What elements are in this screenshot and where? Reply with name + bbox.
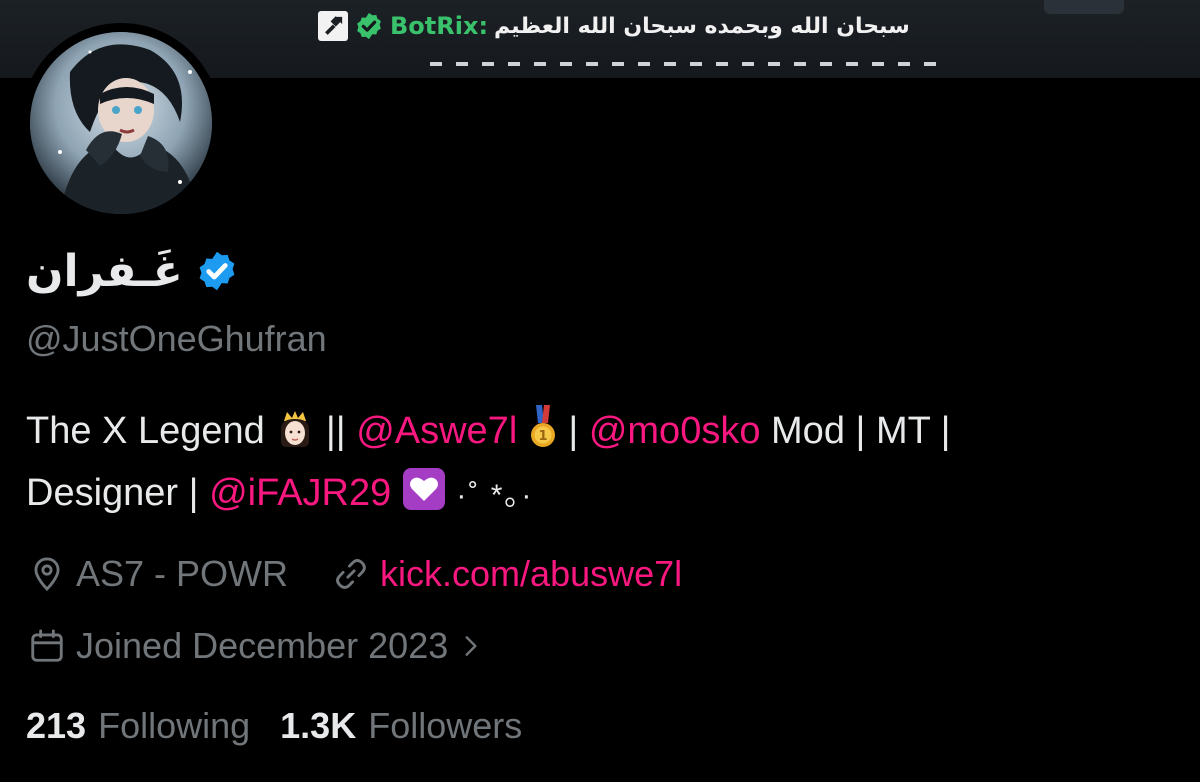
profile-meta: AS7 - POWR kick.com/abuswe7l (28, 550, 726, 598)
bio-mention-link[interactable]: @Aswe7l (356, 410, 517, 452)
location-text: AS7 - POWR (76, 553, 289, 594)
website-link[interactable]: kick.com/abuswe7l (380, 553, 682, 595)
avatar-illustration (30, 32, 212, 214)
profile-handle: @JustOneGhufran (26, 318, 327, 359)
white-heart-emoji-icon (402, 468, 445, 510)
gold-medal-emoji-icon: 1 (530, 405, 555, 447)
moderator-hammer-icon (318, 11, 348, 41)
bio-mention-link[interactable]: @iFAJR29 (209, 472, 391, 514)
bio-sparkles: ·˚ *｡· (456, 479, 534, 512)
svg-text:1: 1 (538, 429, 547, 444)
calendar-icon (31, 629, 63, 662)
banner-bot-name: BotRix: (390, 12, 489, 40)
follow-stats: 213 Following 1.3K Followers (26, 702, 552, 750)
location-item: AS7 - POWR (28, 553, 288, 595)
banner-message: سبحان الله وبحمده سبحان الله العظيم (494, 13, 910, 39)
following-stat-link[interactable]: 213 Following (26, 705, 250, 747)
bio-text: Designer | (26, 472, 199, 514)
banner-chat-line: BotRix: سبحان الله وبحمده سبحان الله الع… (318, 6, 910, 46)
following-count: 213 (26, 705, 87, 746)
bio-separator: || (325, 410, 346, 452)
banner-corner-button[interactable] (1044, 0, 1124, 14)
bio-text: The X Legend (26, 410, 265, 452)
chevron-right-icon[interactable] (458, 631, 484, 661)
link-icon (336, 559, 366, 589)
joined-date-row[interactable]: Joined December 2023 (28, 622, 484, 670)
website-item[interactable]: kick.com/abuswe7l (332, 553, 682, 595)
bio-separator: | (568, 410, 579, 452)
following-label: Following (98, 705, 251, 746)
joined-text: Joined December 2023 (76, 625, 449, 666)
princess-emoji-icon (281, 411, 310, 447)
bot-verified-icon (354, 11, 384, 41)
followers-label: Followers (368, 705, 523, 746)
followers-stat-link[interactable]: 1.3K Followers (280, 705, 522, 747)
location-pin-icon (34, 557, 60, 592)
followers-count: 1.3K (280, 705, 357, 746)
profile-bio: The X Legend || @Aswe7l 1 | @mo0sko Mod … (26, 400, 1186, 527)
bio-mention-link[interactable]: @mo0sko (589, 410, 761, 452)
display-name-row: غَـفران (26, 238, 239, 304)
avatar[interactable] (30, 32, 212, 214)
verified-badge-icon[interactable] (195, 249, 239, 293)
banner-cutoff-text (430, 62, 950, 78)
bio-text: Mod | MT | (771, 410, 951, 452)
display-name: غَـفران (26, 245, 183, 297)
